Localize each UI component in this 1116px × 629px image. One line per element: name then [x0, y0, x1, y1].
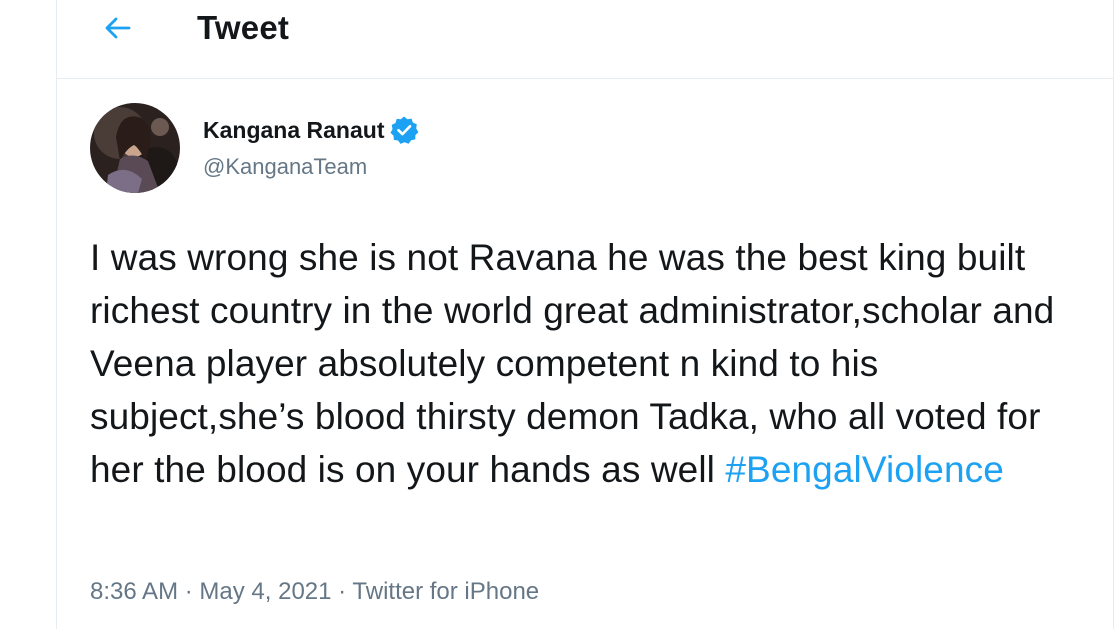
tweet-body: I was wrong she is not Ravana he was the…: [90, 231, 1095, 496]
left-divider: [56, 0, 57, 629]
page-header: Tweet: [57, 0, 1113, 79]
tweet-time[interactable]: 8:36 AM: [90, 578, 178, 605]
tweet-metadata: 8:36 AM · May 4, 2021 · Twitter for iPho…: [90, 578, 539, 606]
arrow-left-icon: [105, 17, 131, 39]
author-handle[interactable]: @KanganaTeam: [203, 154, 367, 180]
tweet-date[interactable]: May 4, 2021: [199, 578, 331, 605]
right-divider: [1113, 0, 1114, 629]
author-name-row[interactable]: Kangana Ranaut: [203, 115, 419, 145]
avatar[interactable]: [90, 103, 180, 193]
tweet-page: Tweet Kangana Ranaut @KanganaTeam I was: [0, 0, 1116, 629]
tweet-source[interactable]: Twitter for iPhone: [352, 578, 539, 605]
meta-separator: ·: [184, 578, 193, 605]
back-button[interactable]: [95, 8, 141, 48]
author-name: Kangana Ranaut: [203, 116, 385, 143]
hashtag-link[interactable]: #BengalViolence: [725, 449, 1004, 490]
page-title: Tweet: [197, 9, 290, 46]
verified-badge-icon: [390, 116, 419, 144]
meta-separator: ·: [338, 578, 347, 605]
